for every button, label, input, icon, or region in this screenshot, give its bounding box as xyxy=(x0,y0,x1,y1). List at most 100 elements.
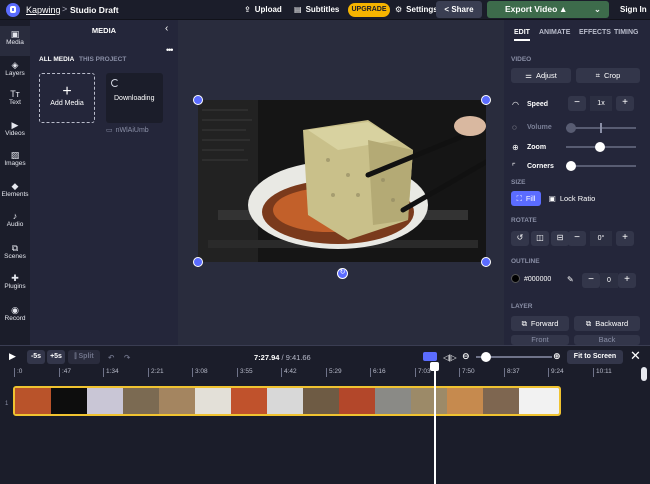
timeline-zoom-knob[interactable] xyxy=(481,352,491,362)
size-section-label: SIZE xyxy=(511,179,526,186)
resize-handle-bottom-left[interactable] xyxy=(193,257,203,267)
rotate-handle-icon[interactable]: ↻ xyxy=(337,268,348,279)
corners-slider-knob[interactable] xyxy=(566,161,576,171)
project-title[interactable]: Studio Draft xyxy=(70,5,119,15)
timeline-scrollbar[interactable] xyxy=(641,367,647,381)
rotate-section-label: ROTATE xyxy=(511,217,537,224)
plus-icon: + xyxy=(62,83,72,100)
undo-icon[interactable]: ↶ xyxy=(108,353,114,362)
split-button[interactable]: ⫿ Split xyxy=(68,350,100,364)
text-icon: Tт xyxy=(10,89,20,99)
outline-increase-button[interactable]: + xyxy=(618,273,636,288)
split-view-icon[interactable]: ◁|▷ xyxy=(443,353,457,362)
speed-increase-button[interactable]: + xyxy=(616,96,634,111)
outline-color-value[interactable]: #000000 xyxy=(524,276,551,283)
nav-item-elements[interactable]: ◆ Elements xyxy=(0,178,30,208)
zoom-in-icon[interactable]: ⊕ xyxy=(553,351,561,362)
rotate-degree-icon: 0° xyxy=(597,235,605,242)
tab-all-media[interactable]: ALL MEDIA xyxy=(39,56,74,63)
magnet-snap-icon[interactable] xyxy=(423,352,437,361)
settings-button[interactable]: ⚙ Settings xyxy=(395,5,438,14)
nav-item-media[interactable]: ▣ Media xyxy=(0,26,30,56)
ruler-tick: 4:42 xyxy=(281,368,297,377)
ruler-tick: 3:08 xyxy=(192,368,208,377)
timeline-ruler[interactable]: :0 :47 1:34 2:21 3:08 3:55 4:42 5:29 6:1… xyxy=(14,368,644,380)
subtitles-button[interactable]: ▤ Subtitles xyxy=(294,5,339,14)
zoom-slider-knob[interactable] xyxy=(595,142,605,152)
share-button[interactable]: < Share xyxy=(436,1,482,18)
upload-button[interactable]: ⇪ Upload xyxy=(244,5,282,14)
clip-thumbnail xyxy=(51,388,87,414)
nav-item-record[interactable]: ◉ Record xyxy=(0,302,30,332)
back-button[interactable]: Back xyxy=(574,335,640,345)
eyedropper-icon[interactable]: ✎ xyxy=(567,275,574,284)
nav-item-plugins[interactable]: ✚ Plugins xyxy=(0,270,30,300)
plugins-icon: ✚ xyxy=(11,273,19,283)
rotate-value[interactable]: 0° xyxy=(590,231,612,246)
tab-this-project[interactable]: THIS PROJECT xyxy=(79,56,126,63)
zoom-out-icon[interactable]: ⊖ xyxy=(462,351,470,362)
timeline-zoom-slider[interactable] xyxy=(476,352,552,362)
front-button[interactable]: Front xyxy=(511,335,569,345)
resize-handle-bottom-right[interactable] xyxy=(481,257,491,267)
clip-thumbnail xyxy=(519,388,559,414)
add-media-button[interactable]: + Add Media xyxy=(39,73,95,123)
speed-value[interactable]: 1x xyxy=(590,96,612,111)
zoom-slider[interactable] xyxy=(566,142,636,152)
video-clip[interactable] xyxy=(13,386,561,416)
adjust-button[interactable]: ⚌ Adjust xyxy=(511,68,571,83)
resize-handle-top-left[interactable] xyxy=(193,95,203,105)
media-item-downloading[interactable]: Downloading xyxy=(106,73,163,123)
crop-button[interactable]: ⌗ Crop xyxy=(576,68,640,83)
fill-button[interactable]: ⛶ Fill xyxy=(511,191,541,206)
scenes-icon: ⧉ xyxy=(11,243,19,253)
playhead-handle[interactable] xyxy=(430,362,439,371)
export-video-button[interactable]: Export Video ▲ ⌄ xyxy=(487,1,609,18)
timeline: ▶ -5s +5s ⫿ Split ↶ ↷ 7:27.94 / 9:41.66 … xyxy=(0,345,650,484)
nav-item-text[interactable]: Tт Text xyxy=(0,86,30,116)
rotate-increase-button[interactable]: + xyxy=(616,231,634,246)
corners-slider[interactable] xyxy=(566,161,636,171)
forward-button[interactable]: ⧉ Forward xyxy=(511,316,569,331)
speed-decrease-button[interactable]: − xyxy=(568,96,586,111)
rotate-left-button[interactable]: ↺ xyxy=(511,231,529,246)
skip-back-button[interactable]: -5s xyxy=(27,350,45,364)
upgrade-button[interactable]: UPGRADE xyxy=(348,3,390,17)
outline-decrease-button[interactable]: − xyxy=(582,273,600,288)
tab-timing[interactable]: TIMING xyxy=(614,29,639,36)
brand-link[interactable]: Kapwing xyxy=(26,5,61,15)
backward-button[interactable]: ⧉ Backward xyxy=(574,316,640,331)
video-preview[interactable] xyxy=(198,100,486,262)
elements-icon: ◆ xyxy=(11,181,19,191)
nav-item-images[interactable]: ▨ Images xyxy=(0,147,30,177)
nav-item-scenes[interactable]: ⧉ Scenes xyxy=(0,240,30,270)
outline-width-value[interactable]: 0 xyxy=(600,273,618,288)
skip-forward-button[interactable]: +5s xyxy=(47,350,65,364)
sign-in-button[interactable]: Sign In xyxy=(620,5,647,14)
outline-color-swatch[interactable] xyxy=(511,274,520,283)
close-timeline-icon[interactable]: ✕ xyxy=(630,348,641,364)
clip-thumbnail xyxy=(231,388,267,414)
nav-item-layers[interactable]: ◈ Layers xyxy=(0,57,30,87)
lock-ratio-button[interactable]: ▣ Lock Ratio xyxy=(546,191,598,206)
flip-vertical-button[interactable]: ⊟ xyxy=(551,231,569,246)
resize-handle-top-right[interactable] xyxy=(481,95,491,105)
tab-edit[interactable]: EDIT xyxy=(514,29,530,41)
chevron-down-icon[interactable]: ⌄ xyxy=(594,1,601,18)
play-icon[interactable]: ▶ xyxy=(9,351,16,362)
collapse-panel-icon[interactable]: ‹ xyxy=(165,23,168,34)
redo-icon[interactable]: ↷ xyxy=(124,353,130,362)
tab-animate[interactable]: ANIMATE xyxy=(539,29,570,36)
flip-horizontal-button[interactable]: ◫ xyxy=(531,231,549,246)
layers-icon: ◈ xyxy=(11,60,19,70)
tab-effects[interactable]: EFFECTS xyxy=(579,29,611,36)
playhead[interactable] xyxy=(434,367,436,484)
more-options-icon[interactable]: ••• xyxy=(166,45,174,55)
rotate-decrease-button[interactable]: − xyxy=(568,231,586,246)
ruler-tick: 7:03 xyxy=(415,368,431,377)
nav-item-videos[interactable]: ▶ Videos xyxy=(0,117,30,147)
nav-item-audio[interactable]: ♪ Audio xyxy=(0,208,30,238)
canvas-area[interactable]: ↻ xyxy=(178,20,504,345)
fit-to-screen-button[interactable]: Fit to Screen xyxy=(567,350,623,364)
kapwing-logo-icon[interactable] xyxy=(6,3,20,17)
